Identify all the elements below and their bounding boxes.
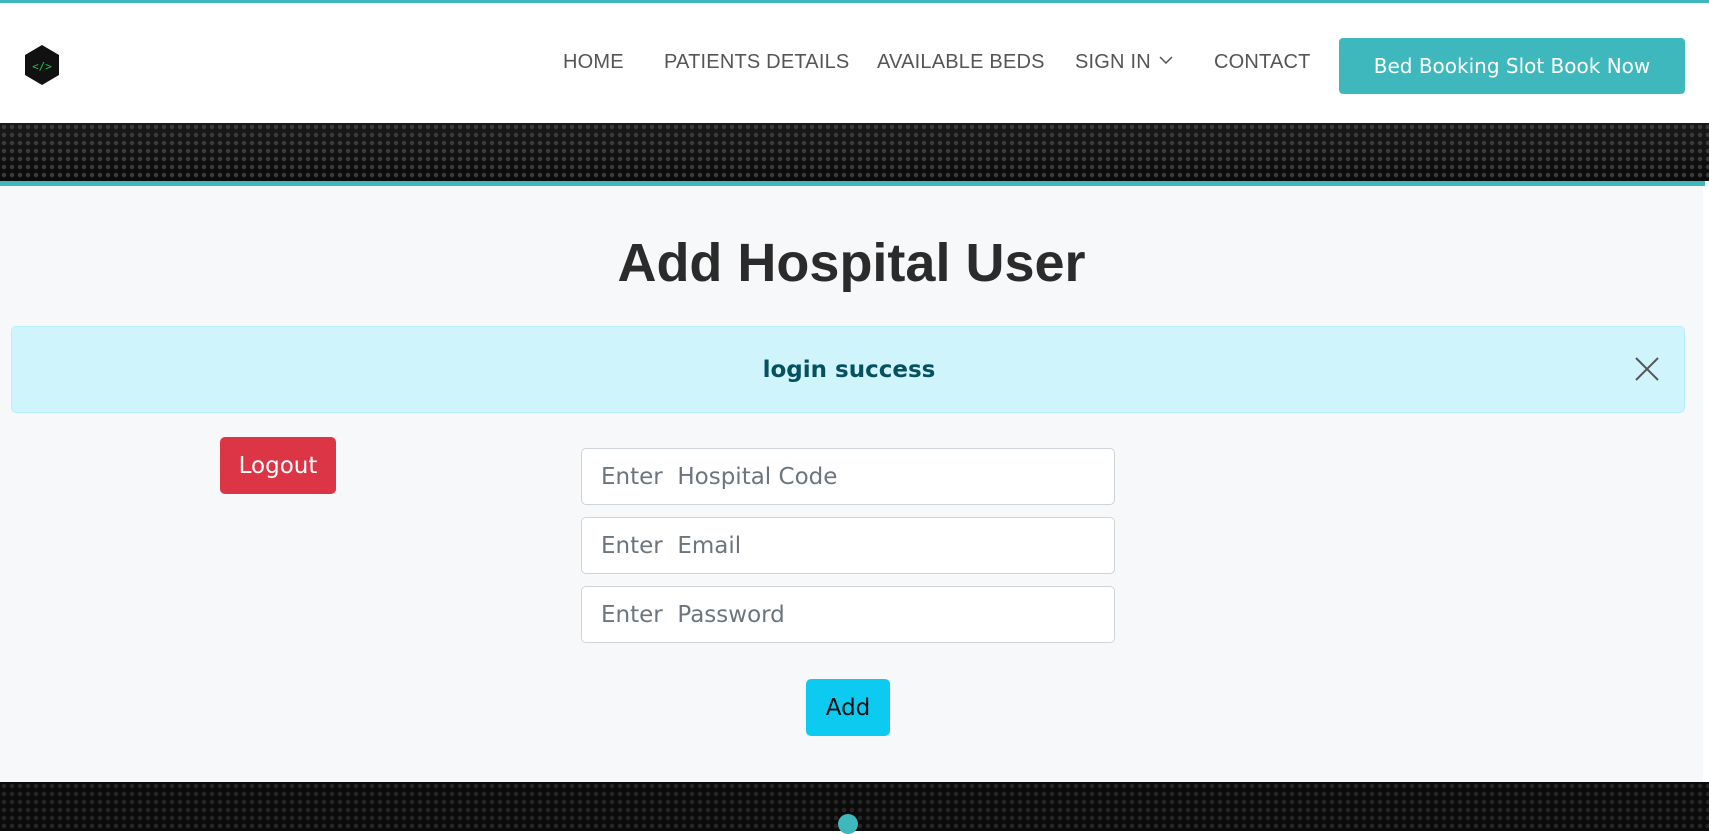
- bed-booking-button[interactable]: Bed Booking Slot Book Now: [1339, 38, 1685, 94]
- logout-button[interactable]: Logout: [220, 437, 336, 494]
- site-header: </> HOME PATIENTS DETAILS AVAILABLE BEDS…: [0, 0, 1709, 123]
- add-user-panel: Add Hospital User login success Logout A…: [0, 186, 1703, 782]
- hospital-code-input[interactable]: [581, 448, 1115, 505]
- page-title: Add Hospital User: [617, 233, 1086, 293]
- nav-home-link[interactable]: HOME: [563, 51, 624, 74]
- nav-sign-in-label: SIGN IN: [1075, 51, 1151, 73]
- scroll-indicator-dot[interactable]: [838, 814, 858, 834]
- add-button[interactable]: Add: [806, 679, 890, 736]
- email-input[interactable]: [581, 517, 1115, 574]
- nav-patients-details-link[interactable]: PATIENTS DETAILS: [664, 51, 849, 74]
- nav-contact-link[interactable]: CONTACT: [1214, 51, 1311, 74]
- alert-message: login success: [762, 356, 936, 383]
- nav-available-beds-link[interactable]: AVAILABLE BEDS: [877, 51, 1045, 74]
- success-alert: login success: [11, 326, 1685, 413]
- hero-texture-band: [0, 123, 1709, 181]
- close-icon[interactable]: [1632, 354, 1662, 384]
- chevron-down-icon: [1159, 56, 1173, 64]
- nav-sign-in-dropdown[interactable]: SIGN IN: [1075, 51, 1173, 74]
- password-input[interactable]: [581, 586, 1115, 643]
